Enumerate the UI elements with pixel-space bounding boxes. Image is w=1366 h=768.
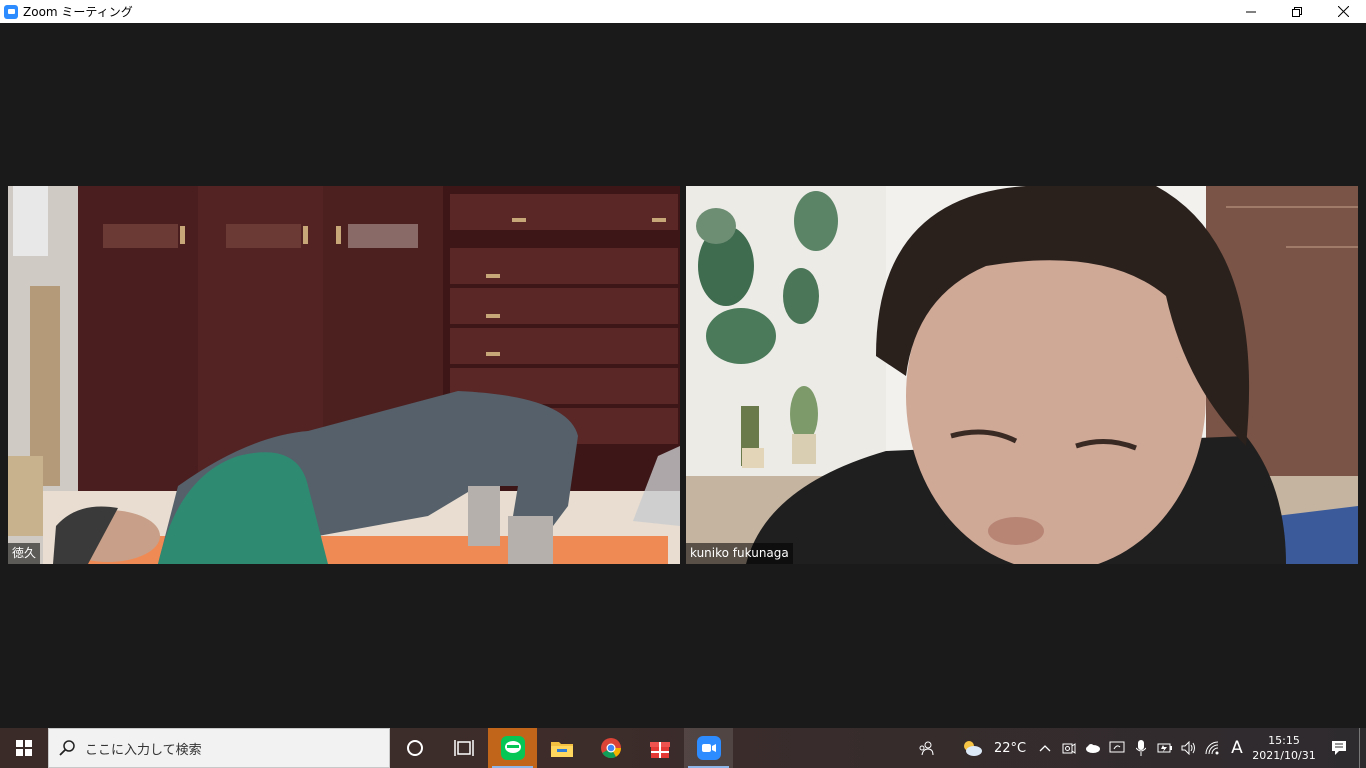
close-icon: [1337, 6, 1349, 17]
video-tile-participant-1[interactable]: 徳久: [8, 186, 680, 564]
weather-temp[interactable]: 22°C: [987, 728, 1033, 768]
start-button[interactable]: [0, 728, 48, 768]
video-tile-participant-2[interactable]: kuniko fukunaga: [686, 186, 1358, 564]
chrome-button[interactable]: [586, 728, 635, 768]
window-controls: [1228, 0, 1366, 23]
search-placeholder: ここに入力して検索: [85, 742, 202, 758]
file-explorer-button[interactable]: [537, 728, 586, 768]
taskbar-search-box[interactable]: ここに入力して検索: [48, 728, 390, 768]
notification-icon: [1332, 741, 1346, 755]
task-view-button[interactable]: [439, 728, 488, 768]
speaker-icon: [1181, 741, 1195, 755]
screen-sync-icon: [1109, 741, 1125, 753]
onedrive-tray-button[interactable]: [1081, 728, 1105, 768]
clock-date: 2021/10/31: [1252, 749, 1316, 762]
ime-mode-indicator[interactable]: A: [1225, 728, 1249, 768]
show-desktop-button[interactable]: [1359, 728, 1366, 768]
line-app-button[interactable]: [488, 728, 537, 768]
minimize-icon: [1246, 11, 1256, 12]
windows-logo-icon: [16, 740, 32, 756]
cortana-button[interactable]: [390, 728, 439, 768]
show-hidden-icons-button[interactable]: [1033, 728, 1057, 768]
participant-name-label: kuniko fukunaga: [686, 543, 793, 564]
close-button[interactable]: [1320, 0, 1366, 23]
sync-tray-button[interactable]: [1105, 728, 1129, 768]
people-icon: [919, 741, 934, 756]
search-icon: [59, 740, 75, 756]
window-title: Zoom ミーティング: [23, 5, 133, 19]
zoom-logo-icon: [4, 4, 18, 19]
people-button[interactable]: [903, 728, 949, 768]
minimize-button[interactable]: [1228, 0, 1274, 23]
wifi-tray-button[interactable]: [1201, 728, 1225, 768]
gift-app-icon: [649, 742, 670, 758]
video-feed: [8, 186, 680, 564]
restore-icon: [1292, 6, 1302, 17]
zoom-icon: [696, 736, 721, 760]
participant-name-label: 徳久: [8, 543, 41, 564]
meet-now-tray-button[interactable]: [1057, 728, 1081, 768]
cortana-icon: [406, 740, 423, 756]
onedrive-cloud-icon: [1086, 744, 1100, 753]
task-view-icon: [453, 740, 474, 756]
line-icon: [500, 736, 525, 760]
file-explorer-icon: [550, 742, 573, 757]
meeting-stage: 徳久 kuniko fukunaga: [0, 23, 1366, 728]
title-bar: Zoom ミーティング: [0, 0, 1366, 23]
wifi-icon: [1205, 741, 1219, 755]
battery-tray-button[interactable]: [1153, 728, 1177, 768]
volume-tray-button[interactable]: [1177, 728, 1201, 768]
zoom-button[interactable]: [684, 728, 733, 768]
video-feed: [686, 186, 1358, 564]
taskbar-clock[interactable]: 15:15 2021/10/31: [1249, 733, 1319, 763]
action-center-button[interactable]: [1319, 728, 1359, 768]
partly-cloudy-icon: [964, 741, 982, 756]
system-tray: 22°C A 15:15 2021/10/31: [903, 728, 1366, 768]
chevron-up-icon: [1039, 745, 1051, 752]
weather-widget-icon-wrap[interactable]: [957, 728, 987, 768]
microphone-tray-button[interactable]: [1129, 728, 1153, 768]
camera-tray-icon: [1062, 743, 1076, 754]
windows-taskbar: ここに入力して検索 22°C A 15:15 2021/10/31: [0, 728, 1366, 768]
battery-charging-icon: [1157, 743, 1172, 753]
chrome-icon: [600, 738, 621, 759]
clock-time: 15:15: [1268, 734, 1300, 747]
microphone-icon: [1136, 740, 1146, 756]
restore-button[interactable]: [1274, 0, 1320, 23]
gift-app-button[interactable]: [635, 728, 684, 768]
